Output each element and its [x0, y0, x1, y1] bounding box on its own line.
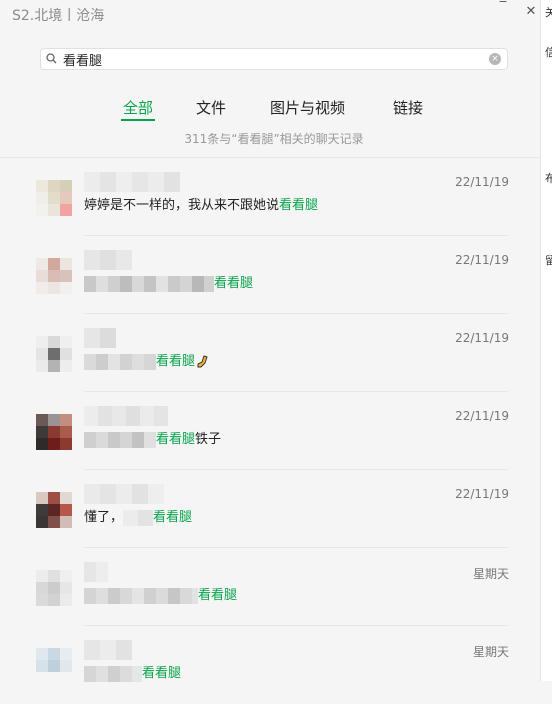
- message-snippet: 看看腿: [84, 274, 253, 294]
- message-snippet: 婷婷是不一样的，我从来不跟她说看看腿: [84, 196, 318, 216]
- contact-name-blurred: [84, 328, 116, 348]
- minimize-button[interactable]: ‾: [493, 0, 513, 15]
- contact-name-blurred: [84, 250, 132, 270]
- background-window-edge: 关 信 布 留: [540, 0, 552, 681]
- message-date: 22/11/19: [455, 487, 509, 501]
- tab-all[interactable]: 全部: [121, 97, 156, 121]
- avatar: [36, 570, 72, 606]
- tab-media[interactable]: 图片与视频: [270, 97, 345, 118]
- message-text-blurred: [84, 353, 156, 370]
- message-date: 22/11/19: [455, 331, 509, 345]
- active-tab-indicator: [121, 119, 156, 121]
- message-text: 懂了，: [84, 510, 124, 525]
- avatar: [36, 648, 72, 684]
- keyword-highlight: 看看腿: [153, 510, 193, 525]
- message-snippet: 懂了， 看看腿: [84, 508, 192, 528]
- close-icon[interactable]: ✕: [521, 4, 541, 19]
- message-snippet: 看看腿: [84, 586, 237, 606]
- contact-name-blurred: [84, 562, 108, 582]
- result-count: 311条与“看看腿”相关的聊天记录: [184, 132, 364, 146]
- message-date: 22/11/19: [455, 409, 509, 423]
- keyword-highlight: 看看腿: [142, 666, 182, 681]
- avatar: [36, 180, 72, 216]
- message-text: 婷婷是不一样的，我从来不跟她说: [84, 198, 280, 213]
- message-snippet: 看看腿: [84, 664, 181, 684]
- message-date: 星期天: [472, 645, 509, 659]
- contact-name-blurred: [84, 484, 164, 504]
- keyword-highlight: 看看腿: [214, 276, 254, 291]
- avatar: [36, 258, 72, 294]
- avatar: [36, 414, 72, 450]
- search-box[interactable]: ×: [40, 48, 508, 70]
- list-item[interactable]: 22/11/19 婷婷是不一样的，我从来不跟她说看看腿: [0, 158, 540, 236]
- keyword-highlight: 看看腿: [198, 588, 238, 603]
- message-snippet: 看看腿: [84, 352, 209, 372]
- avatar: [36, 492, 72, 528]
- keyword-highlight: 看看腿: [156, 354, 196, 369]
- message-date: 星期天: [472, 567, 509, 581]
- list-item[interactable]: 22/11/19 懂了， 看看腿: [0, 470, 540, 548]
- message-snippet: 看看腿铁子: [84, 430, 221, 450]
- message-text: 铁子: [195, 432, 222, 447]
- message-text-blurred: [84, 431, 156, 448]
- avatar: [36, 336, 72, 372]
- message-date: 22/11/19: [455, 253, 509, 267]
- keyword-highlight: 看看腿: [279, 198, 319, 213]
- contact-name-blurred: [84, 406, 168, 426]
- clear-search-icon[interactable]: ×: [489, 53, 501, 65]
- message-text-blurred: [84, 587, 198, 604]
- list-item[interactable]: 星期天 看看腿: [0, 626, 540, 704]
- contact-name-blurred: [84, 640, 132, 660]
- message-date: 22/11/19: [455, 175, 509, 189]
- keyword-highlight: 看看腿: [156, 432, 196, 447]
- tab-files[interactable]: 文件: [196, 97, 226, 118]
- tab-all-label: 全部: [123, 99, 154, 117]
- list-item[interactable]: 22/11/19 看看腿铁子: [0, 392, 540, 470]
- tab-links[interactable]: 链接: [393, 97, 423, 118]
- search-icon: [46, 53, 57, 64]
- list-item[interactable]: 22/11/19 看看腿: [0, 236, 540, 314]
- contact-name-blurred: [84, 172, 180, 192]
- window-title: S2.北境丨沧海: [12, 8, 105, 24]
- result-tabs: 全部 文件 图片与视频 链接: [0, 97, 540, 125]
- leg-emoji-icon: [197, 354, 208, 367]
- list-item[interactable]: 22/11/19 看看腿: [0, 314, 540, 392]
- message-text-blurred: [84, 275, 214, 292]
- title-bar: S2.北境丨沧海 ‾ ✕: [0, 0, 540, 30]
- message-text-blurred: [84, 665, 142, 682]
- search-input[interactable]: [63, 50, 483, 68]
- list-item[interactable]: 星期天 看看腿: [0, 548, 540, 626]
- message-text-blurred: [123, 509, 154, 526]
